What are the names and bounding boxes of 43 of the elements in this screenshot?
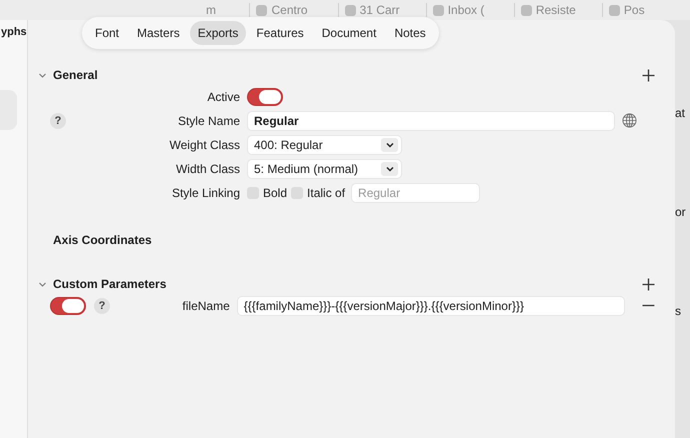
italic-of-field[interactable]: Regular (351, 182, 480, 202)
globe-icon[interactable] (622, 113, 637, 128)
style-name-field[interactable]: Regular (247, 110, 615, 130)
tab[interactable]: Font (87, 21, 128, 45)
help-button[interactable]: ? (50, 112, 66, 128)
parameter-value-field[interactable]: {{{familyName}}}-{{{versionMajor}}}.{{{versionMinor}}} (236, 296, 626, 316)
chevron-icon[interactable] (38, 280, 47, 288)
background-window-text: or (675, 205, 687, 219)
add-icon[interactable] (642, 68, 655, 82)
help-button[interactable]: ? (94, 298, 110, 314)
tab[interactable]: Masters (129, 21, 188, 45)
checkbox-label: Italic of (307, 186, 346, 200)
section-title: Axis Coordinates (53, 233, 153, 247)
favicon-icon (344, 4, 356, 16)
weight-class-dropdown[interactable]: 400: Regular (247, 134, 402, 154)
parameter-name: fileName (181, 298, 230, 312)
tab[interactable]: Notes (386, 21, 434, 45)
parameter-toggle[interactable] (50, 296, 86, 314)
width-class-dropdown[interactable]: 5: Medium (normal) (247, 158, 402, 178)
field-label: Style Linking (170, 186, 240, 200)
favicon-icon (256, 4, 268, 16)
section-title: General (53, 68, 98, 82)
background-window-text: at (675, 106, 686, 120)
favicon-icon (432, 4, 444, 16)
tab[interactable]: Features (248, 21, 312, 45)
tab[interactable]: Exports (190, 21, 246, 45)
checkbox-label: Bold (263, 186, 288, 200)
chevron-down-icon (381, 162, 398, 176)
favicon-icon (608, 4, 620, 16)
favicon-icon (520, 4, 532, 16)
field-label: Style Name (176, 114, 240, 128)
chevron-icon[interactable] (38, 70, 47, 80)
add-icon[interactable] (642, 278, 655, 290)
active-toggle[interactable] (247, 88, 283, 106)
field-label: Width Class (174, 162, 240, 176)
field-label: Active (206, 90, 240, 104)
remove-icon[interactable] (642, 304, 655, 307)
chevron-down-icon (381, 138, 398, 152)
background-window-text: s (675, 304, 682, 318)
tab[interactable]: Document (314, 21, 384, 45)
field-label: Weight Class (168, 138, 240, 152)
section-title: Custom Parameters (53, 277, 166, 291)
sidebar-title: yphs (1, 26, 27, 38)
